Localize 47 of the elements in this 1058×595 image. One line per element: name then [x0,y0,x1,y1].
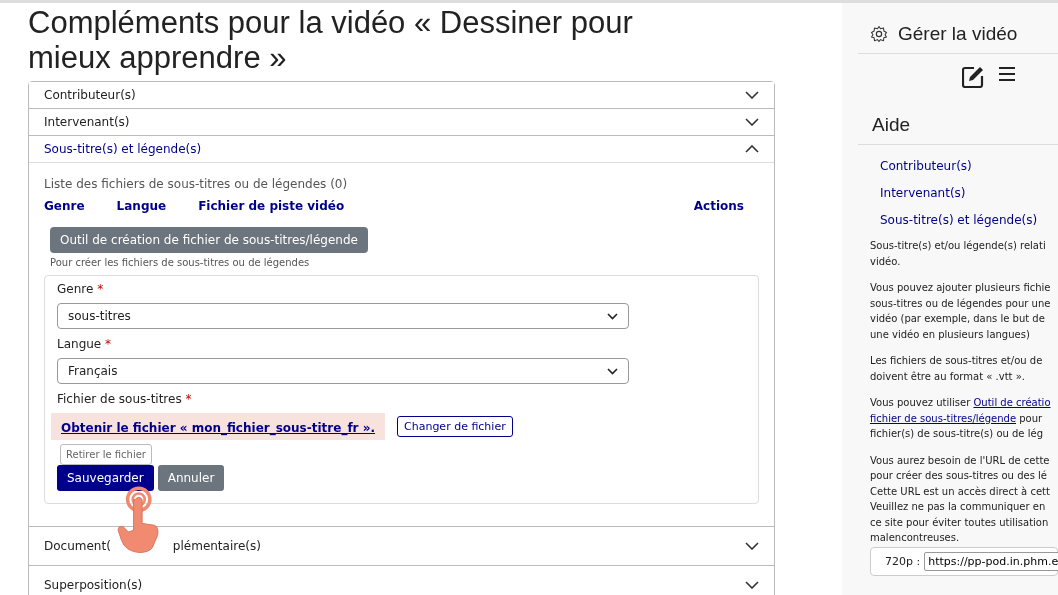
help-text: Pour créer les fichiers de sous-titres ou de légendes [50,257,311,268]
accordion-label: Document( [44,539,111,553]
help-paragraph: Sous-titre(s) et/ou légende(s) relati vidéo. [870,239,1047,269]
help-title: Aide [858,88,1058,145]
field-label: Genre [57,282,94,296]
chevron-icon [607,367,618,375]
help-paragraph: Les fichiers de sous-titres et/ou de doivent être au format « .vtt ». [870,354,1044,384]
page-title: Compléments pour la vidéo « Dessiner pour mieux apprendre » [28,5,634,75]
help-link[interactable]: Contributeur(s) [880,159,1058,173]
list-title: Liste des fichiers de sous-titres ou de légendes (0) [44,177,349,191]
select-field[interactable]: sous-titres [57,303,629,329]
chevron-icon [745,91,759,99]
help-paragraph: Vous aurez besoin de l'URL de cette pour créer des sous-titres ou des lé Cette URL est un accès direct à cett Veuillez ne pas la communiquer en ce site pour éviter toutes utilisation malencontreuses. [870,453,1051,545]
chevron-icon [745,118,759,126]
url-label: 720p : [885,554,921,568]
field-label: Langue [57,337,102,351]
select-field[interactable]: Français [57,358,629,384]
help-link[interactable]: fichier de sous-titres/légende [870,412,1017,424]
help-paragraph: Vous pouvez utiliser Outil de créatio fichier de sous-titres/légende pour fichier(s) de sous-titre(s) ou de lég [870,396,1052,441]
field-label: Fichier de sous-titres [57,392,182,406]
chevron-icon [745,542,759,550]
help-link[interactable]: Outil de créatio [973,397,1051,408]
menu-icon[interactable] [998,66,1016,82]
column-header: Fichier de piste vidéo [198,199,345,213]
required-mark: * [105,337,112,351]
file-link[interactable]: Obtenir le fichier « mon_fichier_sous-titre_fr ». [61,421,375,435]
sidebar-title: Gérer la vidéo [898,23,1018,45]
chevron-icon [745,145,759,153]
url-input[interactable]: https://pp-pod.in.phm.e [924,551,1058,571]
save-button[interactable]: Sauvegarder [57,465,154,491]
chevron-icon [745,581,759,589]
edit-icon[interactable] [962,66,984,88]
required-mark: * [185,392,192,406]
chevron-icon [607,312,618,320]
accordion-label: plémentaire(s) [172,539,261,553]
column-header: Genre [44,199,85,213]
column-header: Langue [116,199,167,213]
column-header: Actions [693,199,744,213]
tool-button[interactable]: Outil de création de fichier de sous-titres/légende [50,227,368,253]
gear-icon [870,25,888,43]
required-mark: * [97,282,104,296]
help-paragraph: Vous pouvez ajouter plusieurs fichie sous-titres ou de légendes pour une vidéo (par exemple, dans le but de une vidéo en plusieurs langues) [870,281,1052,342]
help-link[interactable]: Sous-titre(s) et légende(s) [880,213,1058,227]
cancel-button[interactable]: Annuler [157,465,225,491]
help-link[interactable]: Intervenant(s) [880,186,1058,200]
change-file-button[interactable]: Changer de fichier [397,416,513,437]
remove-file-button[interactable]: Retirer le fichier [60,444,152,465]
